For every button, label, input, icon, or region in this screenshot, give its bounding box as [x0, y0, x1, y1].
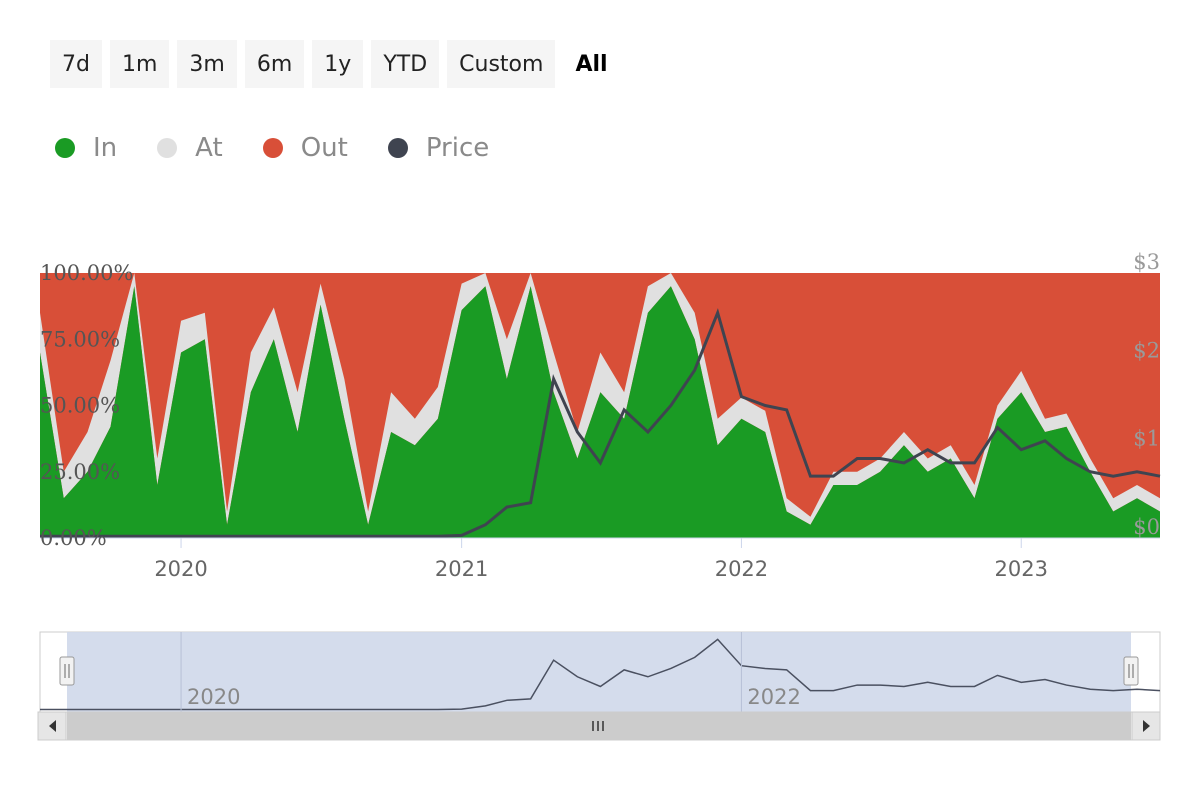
- y2-tick-label: $3: [1133, 250, 1160, 274]
- y-tick-label: 0.00%: [40, 526, 107, 550]
- x-tick-label: 2021: [435, 557, 488, 581]
- y-tick-label: 50.00%: [40, 394, 120, 418]
- x-tick-label: 2022: [715, 557, 768, 581]
- y2-tick-label: $2: [1133, 338, 1160, 362]
- navigator-handle-right[interactable]: [1123, 656, 1139, 686]
- y2-tick-label: $0: [1133, 515, 1160, 539]
- y-tick-label: 75.00%: [40, 327, 120, 351]
- y-tick-label: 25.00%: [40, 460, 120, 484]
- navigator-tick-label: 2022: [747, 685, 800, 709]
- x-tick-label: 2023: [995, 557, 1048, 581]
- y-tick-label: 100.00%: [40, 261, 133, 285]
- scrollbar-thumb[interactable]: [67, 712, 1131, 740]
- chart: 2020 2021 2022 2023 0.00% 25.00% 50.00% 75.00% 1…: [37, 250, 1161, 741]
- navigator-tick-label: 2020: [187, 685, 240, 709]
- navigator-handle-left[interactable]: [59, 656, 75, 686]
- y2-tick-label: $1: [1133, 427, 1160, 451]
- x-tick-label: 2020: [154, 557, 207, 581]
